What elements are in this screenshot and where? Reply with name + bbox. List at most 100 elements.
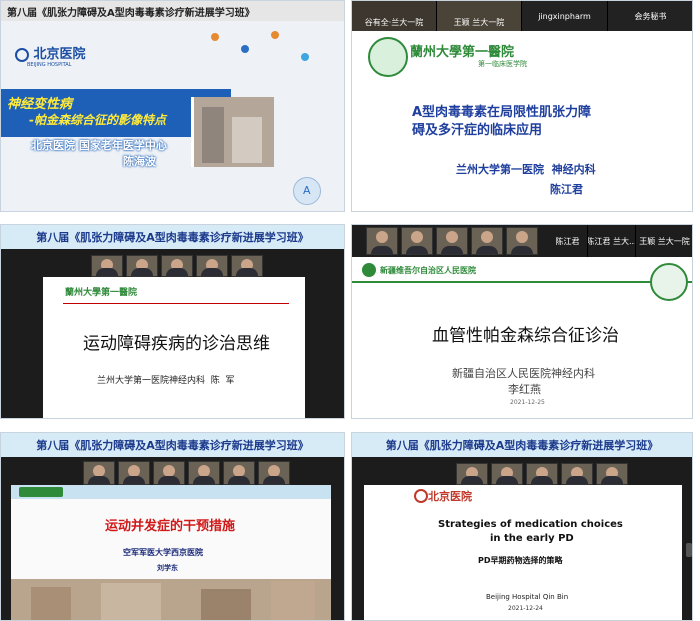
course-title-bar: 第八届《肌张力障碍及A型肉毒毒素诊疗新进展学习班》 bbox=[1, 225, 344, 249]
slide-date: 2021-12-24 bbox=[508, 605, 543, 612]
header-divider bbox=[352, 281, 692, 283]
hospital-logo-sub: 第一临床医学院 bbox=[478, 60, 527, 68]
participant-thumbnail[interactable] bbox=[366, 227, 398, 255]
campus-photo bbox=[11, 579, 331, 620]
slide-title-2: -帕金森综合征的影像特点 bbox=[29, 113, 166, 127]
video-thumbnails bbox=[91, 255, 263, 277]
participant-tile[interactable]: 谷有全·兰大一院 bbox=[352, 1, 437, 31]
participant-thumbnail[interactable] bbox=[506, 227, 538, 255]
slide-speaker: 陈江君 bbox=[550, 183, 583, 196]
hospital-name: 新疆维吾尔自治区人民医院 bbox=[380, 266, 476, 275]
participant-thumbnail[interactable] bbox=[223, 461, 255, 485]
hospital-logo-en: BEIJING HOSPITAL bbox=[27, 62, 72, 68]
slide-affiliation: 兰州大学第一医院 神经内科 bbox=[456, 163, 596, 176]
slide-subtitle: PD早期药物选择的策略 bbox=[478, 556, 563, 565]
panel-beijing-imaging: 第八届《肌张力障碍及A型肉毒毒素诊疗新进展学习班》 北京医院 BEIJING H… bbox=[0, 0, 345, 212]
slide-affiliation: 新疆自治区人民医院神经内科 bbox=[452, 367, 595, 380]
slide-title-1: A型肉毒毒素在局限性肌张力障 bbox=[412, 105, 592, 120]
participant-thumbnail[interactable] bbox=[83, 461, 115, 485]
participant-thumbnail[interactable] bbox=[231, 255, 263, 277]
participant-tile[interactable]: 陈江君 兰大... bbox=[588, 225, 636, 257]
slide: 北京医院 Strategies of medication choices in… bbox=[364, 485, 682, 620]
participant-thumbnail[interactable] bbox=[401, 227, 433, 255]
hospital-emblem-icon bbox=[362, 263, 376, 277]
slide-affiliation: 空军军医大学西京医院 bbox=[123, 548, 203, 557]
course-title-bar: 第八届《肌张力障碍及A型肉毒毒素诊疗新进展学习班》 bbox=[1, 433, 344, 457]
participant-thumbnail[interactable] bbox=[153, 461, 185, 485]
video-thumbnails bbox=[83, 461, 290, 485]
participant-thumbnail[interactable] bbox=[436, 227, 468, 255]
participant-name: 陈江君 bbox=[555, 236, 580, 246]
pointer-button[interactable]: A bbox=[293, 177, 321, 205]
course-title: 第八届《肌张力障碍及A型肉毒毒素诊疗新进展学习班》 bbox=[7, 7, 255, 19]
participant-tile[interactable]: 王颖 兰大一院 bbox=[437, 1, 522, 31]
course-title-bar: 第八届《肌张力障碍及A型肉毒毒素诊疗新进展学习班》 bbox=[1, 1, 344, 21]
panel-beijing-early-pd: 第八届《肌张力障碍及A型肉毒毒素诊疗新进展学习班》 北京医院 Strategie… bbox=[351, 432, 693, 621]
decor-dot bbox=[271, 31, 279, 39]
video-thumbnails bbox=[456, 463, 628, 485]
slide-speaker: 刘学东 bbox=[157, 564, 178, 572]
decor-dot bbox=[301, 53, 309, 61]
slide-title-2: in the early PD bbox=[490, 533, 574, 544]
panel-xijing-motor: 第八届《肌张力障碍及A型肉毒毒素诊疗新进展学习班》 运动并发症的干预措施 空军军… bbox=[0, 432, 345, 621]
slide-subtitle: 北京医院 国家老年医学中心 bbox=[31, 139, 167, 152]
course-title-bar: 第八届《肌张力障碍及A型肉毒毒素诊疗新进展学习班》 bbox=[352, 433, 692, 457]
hospital-emblem-icon bbox=[368, 37, 408, 77]
slide-title: 血管性帕金森综合征诊治 bbox=[432, 326, 619, 346]
slide: 运动并发症的干预措施 空军军医大学西京医院 刘学东 bbox=[11, 485, 331, 620]
participant-tile[interactable]: 陈江君 bbox=[548, 225, 588, 257]
participant-thumbnail[interactable] bbox=[196, 255, 228, 277]
participant-thumbnail[interactable] bbox=[491, 463, 523, 485]
participant-thumbnail[interactable] bbox=[526, 463, 558, 485]
participant-thumbnail[interactable] bbox=[561, 463, 593, 485]
hospital-seal-icon bbox=[650, 263, 688, 301]
video-strip: 谷有全·兰大一院 王颖 兰大一院 jingxinpharm 会务秘书 bbox=[352, 1, 692, 31]
decor-dot bbox=[241, 45, 249, 53]
slide: 蘭州大學第一醫院 运动障碍疾病的诊治思维 兰州大学第一医院神经内科 陈 军 bbox=[43, 277, 305, 418]
slide-title-2: 碍及多汗症的临床应用 bbox=[412, 123, 543, 138]
hospital-logo: 北京医院 BEIJING HOSPITAL bbox=[15, 43, 86, 68]
decor-dot bbox=[211, 33, 219, 41]
video-strip: 陈江君 陈江君 兰大... 王颖 兰大一院 bbox=[352, 225, 692, 257]
participant-name: 会务秘书 bbox=[634, 11, 667, 21]
slide-title: 运动障碍疾病的诊治思维 bbox=[83, 334, 270, 354]
participant-name: 王颖 兰大一院 bbox=[639, 236, 690, 246]
slide-date: 2021-12-25 bbox=[510, 399, 545, 406]
slide-title-1: 神经变性病 bbox=[7, 97, 73, 112]
participant-name: jingxinpharm bbox=[538, 11, 591, 21]
panel-xinjiang-vascular: 陈江君 陈江君 兰大... 王颖 兰大一院 新疆维吾尔自治区人民医院 血管性帕金… bbox=[351, 224, 693, 419]
participant-thumbnail[interactable] bbox=[118, 461, 150, 485]
participant-tile[interactable]: 会务秘书 bbox=[608, 1, 692, 31]
slide-affiliation: Beijing Hospital Qin Bin bbox=[486, 593, 569, 601]
hospital-logo: 蘭州大學第一醫院 bbox=[410, 45, 515, 60]
slide-title: 运动并发症的干预措施 bbox=[105, 519, 236, 534]
participant-tile[interactable]: 王颖 兰大一院 bbox=[636, 225, 692, 257]
video-thumbnails bbox=[366, 227, 538, 255]
participant-thumbnail[interactable] bbox=[126, 255, 158, 277]
panel-lanzhou-movement: 第八届《肌张力障碍及A型肉毒毒素诊疗新进展学习班》 蘭州大學第一醫院 运动障碍疾… bbox=[0, 224, 345, 419]
participant-thumbnail[interactable] bbox=[471, 227, 503, 255]
logo-mark-icon bbox=[15, 47, 29, 62]
participant-name: 谷有全·兰大一院 bbox=[364, 17, 424, 27]
participant-name: 王颖 兰大一院 bbox=[453, 17, 505, 27]
slide-speaker: 陈海波 bbox=[123, 155, 156, 168]
hospital-logo-icon bbox=[19, 487, 63, 497]
participant-thumbnail[interactable] bbox=[161, 255, 193, 277]
hospital-logo: 蘭州大學第一醫院 bbox=[65, 288, 138, 298]
slide-speaker: 李红燕 bbox=[508, 383, 541, 396]
participant-thumbnail[interactable] bbox=[258, 461, 290, 485]
slide-affiliation: 兰州大学第一医院神经内科 陈 军 bbox=[97, 376, 235, 386]
hospital-emblem-icon bbox=[414, 489, 428, 503]
participant-thumbnail[interactable] bbox=[596, 463, 628, 485]
participant-tile[interactable]: jingxinpharm bbox=[522, 1, 608, 31]
course-title: 第八届《肌张力障碍及A型肉毒毒素诊疗新进展学习班》 bbox=[36, 439, 309, 452]
course-title: 第八届《肌张力障碍及A型肉毒毒素诊疗新进展学习班》 bbox=[36, 231, 309, 244]
participant-thumbnail[interactable] bbox=[188, 461, 220, 485]
participant-name: 陈江君 兰大... bbox=[588, 236, 636, 246]
panel-lanzhou-botulinum: 谷有全·兰大一院 王颖 兰大一院 jingxinpharm 会务秘书 蘭州大學第… bbox=[351, 0, 693, 212]
side-toggle-button[interactable] bbox=[686, 543, 692, 557]
participant-thumbnail[interactable] bbox=[456, 463, 488, 485]
course-title: 第八届《肌张力障碍及A型肉毒毒素诊疗新进展学习班》 bbox=[385, 439, 659, 452]
participant-thumbnail[interactable] bbox=[91, 255, 123, 277]
building-photo bbox=[191, 97, 274, 167]
